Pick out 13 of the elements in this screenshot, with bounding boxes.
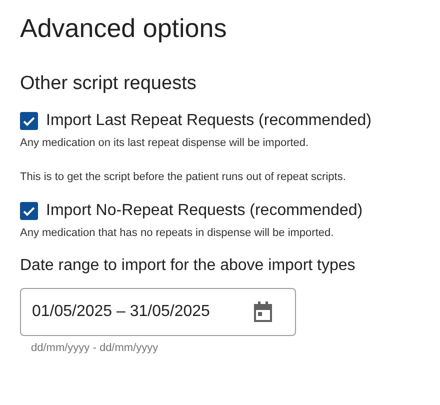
option-description: Any medication that has no repeats in dispense will be imported. <box>20 226 335 240</box>
date-range-field[interactable]: 01/05/2025 – 31/05/2025 <box>20 288 296 336</box>
field-hint: dd/mm/yyyy - dd/mm/yyyy <box>31 342 160 354</box>
field-label: Date range to import for the above import types <box>20 256 356 276</box>
checkbox-label[interactable]: Import Last Repeat Requests (recommended) <box>46 110 372 132</box>
calendar-icon[interactable] <box>253 301 273 323</box>
section-heading: Other script requests <box>20 72 198 96</box>
option-description: This is to get the script before the patient runs out of repeat scripts. <box>20 170 347 184</box>
page-title: Advanced options <box>20 12 228 44</box>
option-description: Any medication on its last repeat dispense will be imported. <box>20 136 310 150</box>
checkbox[interactable] <box>20 202 38 220</box>
checkbox-label[interactable]: Import No-Repeat Requests (recommended) <box>46 200 363 222</box>
checkbox[interactable] <box>20 112 38 130</box>
